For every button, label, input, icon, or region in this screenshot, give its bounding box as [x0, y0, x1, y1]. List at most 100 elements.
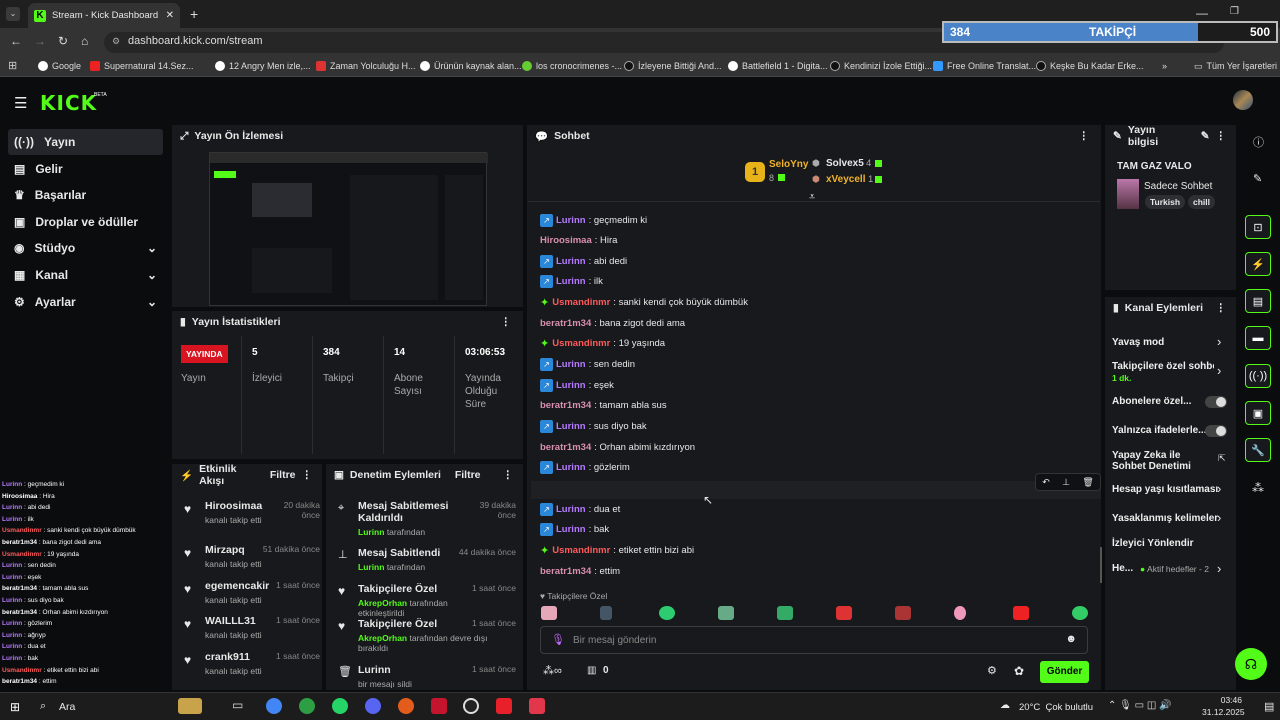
reload-icon[interactable]: ↻	[58, 34, 68, 48]
community-icon[interactable]: ⁂	[1252, 481, 1264, 495]
emote-picker-icon[interactable]: ✿	[1014, 664, 1024, 678]
chat-username[interactable]: Lurinn	[556, 421, 586, 432]
widget-icon[interactable]	[178, 698, 202, 714]
discord-icon[interactable]	[365, 698, 381, 714]
chat-message[interactable]: ↗ Lurinn: eşek	[540, 377, 614, 393]
stream-preview-video[interactable]	[209, 152, 488, 306]
emote-icon[interactable]	[1072, 606, 1088, 620]
task-view-icon[interactable]: ▭	[232, 698, 248, 714]
chat-username[interactable]: Usmandinmr	[552, 338, 610, 349]
collapse-pinned-icon[interactable]: ⩡	[809, 191, 815, 204]
sidebar-item-studyo[interactable]: ◉ Stüdyo ⌄	[8, 235, 163, 261]
bookmark-7[interactable]: Battlefield 1 - Digita...	[728, 58, 828, 74]
emote-icon[interactable]	[895, 606, 911, 620]
windows-start-icon[interactable]: ⊞	[10, 700, 20, 714]
chat-username[interactable]: Usmandinmr	[552, 545, 610, 556]
chat-username[interactable]: Lurinn	[556, 380, 586, 391]
more-options-icon[interactable]: ⋮	[501, 316, 524, 328]
bookmark-10[interactable]: Keşke Bu Kadar Erke...	[1036, 58, 1144, 74]
card-icon[interactable]: ▣	[1245, 401, 1271, 425]
send-button[interactable]: Gönder	[1040, 661, 1089, 683]
emote-icon[interactable]	[954, 606, 966, 620]
back-arrow-icon[interactable]: ←	[10, 34, 22, 48]
bookmark-2[interactable]: 12 Angry Men izle,...	[215, 58, 311, 74]
activity-filter-button[interactable]: Filtre	[270, 469, 296, 481]
chat-bubble-icon[interactable]: ▬	[1245, 326, 1271, 350]
moderation-filter-button[interactable]: Filtre	[455, 469, 481, 481]
delete-icon[interactable]: 🗑	[1082, 477, 1093, 488]
close-tab-icon[interactable]: ✕	[166, 10, 174, 21]
weather-text[interactable]: 20°C Çok bulutlu	[1019, 702, 1093, 713]
chat-username[interactable]: beratr1m34	[540, 442, 591, 453]
chat-message[interactable]: ↗ Lurinn: dua et	[540, 501, 620, 517]
more-options-icon[interactable]: ⋮	[302, 469, 323, 481]
sidebar-item-yayin[interactable]: ((·)) Yayın	[8, 129, 163, 155]
notification-icon[interactable]: ▤	[1264, 700, 1274, 713]
chat-message[interactable]: beratr1m34: bana zigot dedi ama	[540, 315, 685, 331]
sidebar-item-droplar[interactable]: ▣ Droplar ve ödüller	[8, 209, 163, 235]
chat-message[interactable]: ↗ Lurinn: gözlerim	[540, 460, 630, 476]
action-slow-mode[interactable]: Yavaş mod	[1112, 337, 1164, 348]
support-headset-icon[interactable]: ☊	[1235, 648, 1267, 680]
kick-logo[interactable]: KICK	[40, 91, 97, 115]
reply-icon[interactable]: ↶	[1042, 477, 1050, 488]
whatsapp-icon[interactable]	[332, 698, 348, 714]
chat-message[interactable]: beratr1m34: tamam abla sus	[540, 398, 667, 414]
taskbar-search[interactable]: Ara	[59, 701, 75, 713]
app-icon[interactable]	[496, 698, 512, 714]
chat-username[interactable]: beratr1m34	[540, 318, 591, 329]
chat-message[interactable]: ↗ Lurinn: sus diyo bak	[540, 419, 647, 435]
chat-message[interactable]: ✦ Usmandinmr: sanki kendi çok büyük dümbü…	[540, 295, 748, 311]
emote-icon[interactable]	[659, 606, 675, 620]
sidebar-item-basarilar[interactable]: ♛ Başarılar	[8, 182, 163, 208]
chat-message[interactable]: Hiroosimaa: Hira	[540, 233, 617, 249]
sidebar-item-ayarlar[interactable]: ⚙ Ayarlar ⌄	[8, 289, 163, 315]
bookmark-6[interactable]: İzleyene Bittiği And...	[624, 58, 722, 74]
edit-icon[interactable]: ✎	[1201, 130, 1210, 142]
chat-username[interactable]: Usmandinmr	[552, 297, 610, 308]
pin-icon[interactable]: ⊥	[1062, 477, 1070, 488]
bookmark-3[interactable]: Zaman Yolculuğu H...	[316, 58, 416, 74]
hamburger-menu-icon[interactable]: ☰	[14, 94, 27, 112]
bookmark-8[interactable]: Kendinizi İzole Ettiği...	[830, 58, 932, 74]
chat-message[interactable]: ↗ Lurinn: bak	[540, 522, 609, 538]
bookmark-4[interactable]: Ürünün kaynak alan...	[420, 58, 522, 74]
more-options-icon[interactable]: ⋮	[1216, 302, 1237, 314]
tray-icons[interactable]: ⌃ 🎙 ▭ ◫ 🔊	[1108, 700, 1172, 711]
avatar[interactable]	[1233, 90, 1253, 110]
chat-username[interactable]: Lurinn	[556, 359, 586, 370]
more-options-icon[interactable]: ⋮	[503, 469, 524, 481]
channel-points-icon[interactable]: ⁂∞	[543, 664, 562, 677]
browser-tab[interactable]: K Stream - Kick Dashboard ✕	[28, 3, 180, 28]
obs-icon[interactable]	[463, 698, 479, 714]
chat-message[interactable]: ↗ Lurinn: geçmedim ki	[540, 212, 647, 228]
wrench-icon[interactable]: 🔧	[1245, 438, 1271, 462]
search-icon[interactable]: ⌕	[40, 700, 46, 713]
chat-username[interactable]: Lurinn	[556, 215, 586, 226]
more-options-icon[interactable]: ⋮	[1216, 130, 1237, 142]
all-bookmarks[interactable]: ▭ Tüm Yer İşaretleri	[1194, 58, 1277, 74]
chat-username[interactable]: Lurinn	[556, 504, 586, 515]
home-icon[interactable]: ⌂	[81, 34, 88, 48]
chat-message[interactable]: ↗ Lurinn: ilk	[540, 274, 603, 290]
chat-message[interactable]: ✦ Usmandinmr: 19 yaşında	[540, 336, 665, 352]
app-icon[interactable]	[398, 698, 414, 714]
bookmark-9[interactable]: Free Online Translat...	[933, 58, 1036, 74]
chat-message[interactable]: beratr1m34: Orhan abimi kızdırıyon	[540, 439, 695, 455]
emote-icon[interactable]	[836, 606, 852, 620]
chat-message[interactable]: ✦ Usmandinmr: etiket ettin bizi abi	[540, 542, 694, 558]
action-ai-moderation[interactable]: Yapay Zeka ile Sohbet Denetimi	[1112, 450, 1216, 472]
screenshot-icon[interactable]: ⊡	[1245, 215, 1271, 239]
tab-search-button[interactable]: ⌄	[6, 7, 20, 21]
lightning-icon[interactable]: ⚡	[1245, 252, 1271, 276]
chat-username[interactable]: beratr1m34	[540, 566, 591, 577]
chat-username[interactable]: beratr1m34	[540, 400, 591, 411]
chrome-icon[interactable]	[266, 698, 282, 714]
emote-icon[interactable]	[718, 606, 734, 620]
subscribers-only-toggle[interactable]	[1205, 396, 1227, 408]
emote-icon[interactable]	[777, 606, 793, 620]
action-followers-only[interactable]: Takipçilere özel sohbe	[1112, 361, 1214, 372]
chat-username[interactable]: Hiroosimaa	[540, 235, 592, 246]
edit-icon[interactable]: ✎	[1253, 172, 1262, 185]
scrollbar[interactable]	[1100, 547, 1102, 583]
